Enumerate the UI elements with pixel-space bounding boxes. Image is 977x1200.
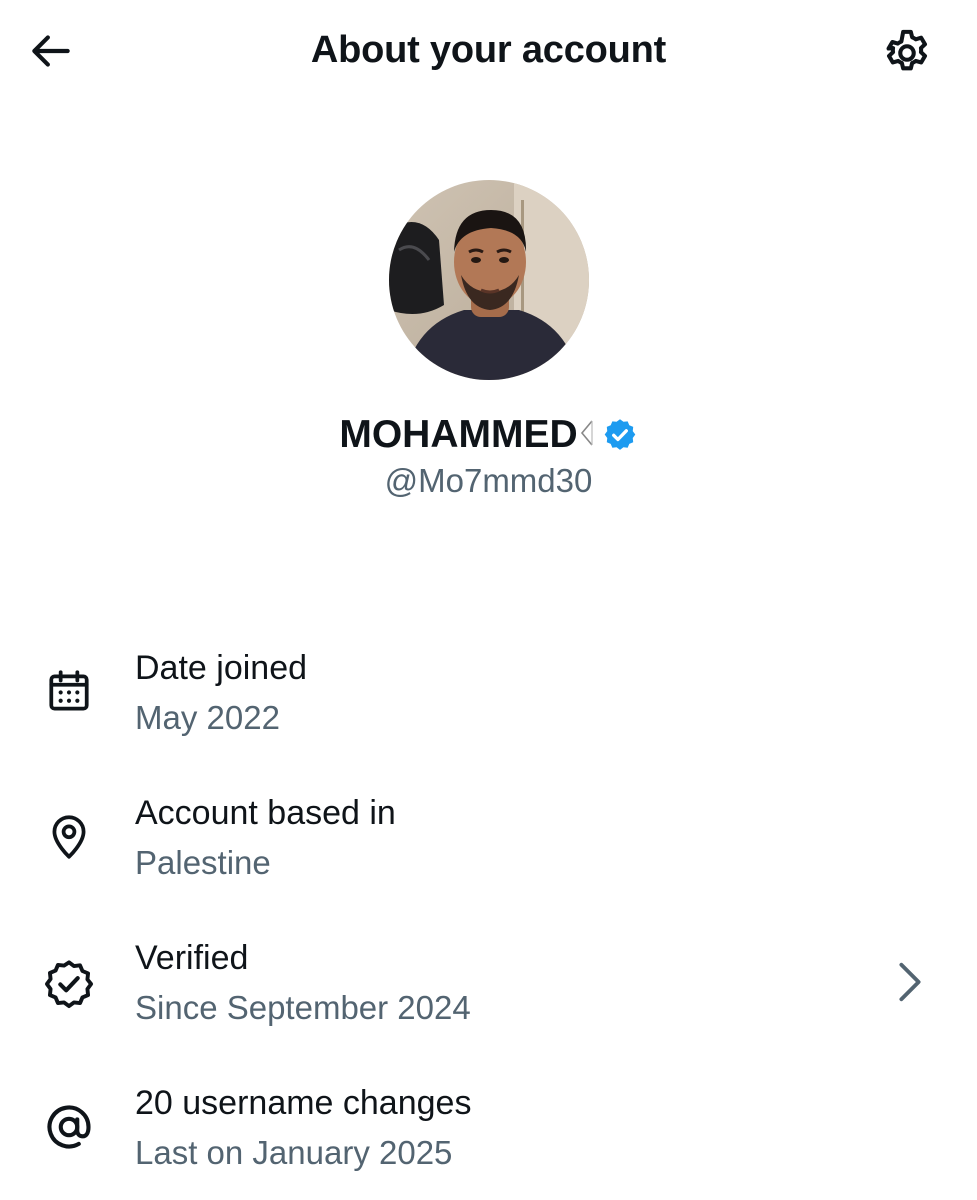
username-changes-row: 20 username changes Last on January 2025 <box>0 1080 977 1190</box>
account-location-row: Account based in Palestine <box>0 790 977 900</box>
profile-avatar[interactable] <box>389 180 589 380</box>
settings-button[interactable] <box>876 20 938 82</box>
detail-value: Palestine <box>135 844 271 881</box>
palestine-flag-icon <box>580 417 594 454</box>
page-title: About your account <box>310 29 667 71</box>
chevron-right-icon[interactable] <box>890 957 930 1007</box>
verified-badge-icon[interactable] <box>602 417 638 453</box>
detail-label: Verified <box>135 939 249 977</box>
location-pin-icon <box>40 808 98 866</box>
detail-label: Date joined <box>135 649 308 687</box>
display-name: MOHAMMED <box>339 413 578 456</box>
detail-value: Since September 2024 <box>135 989 471 1026</box>
gear-icon <box>886 29 928 71</box>
calendar-icon <box>40 663 98 721</box>
detail-value: May 2022 <box>135 699 280 736</box>
detail-label: 20 username changes <box>135 1084 472 1122</box>
top-bar: About your account <box>0 0 977 100</box>
at-sign-icon <box>40 1098 98 1156</box>
detail-value: Last on January 2025 <box>135 1134 453 1171</box>
date-joined-row: Date joined May 2022 <box>0 645 977 755</box>
detail-label: Account based in <box>135 794 396 832</box>
verified-row[interactable]: Verified Since September 2024 <box>0 935 977 1045</box>
verified-check-icon <box>40 955 98 1013</box>
profile-photo <box>389 180 589 380</box>
user-handle: @Mo7mmd30 <box>384 462 593 499</box>
display-name-row: MOHAMMED <box>0 410 977 460</box>
